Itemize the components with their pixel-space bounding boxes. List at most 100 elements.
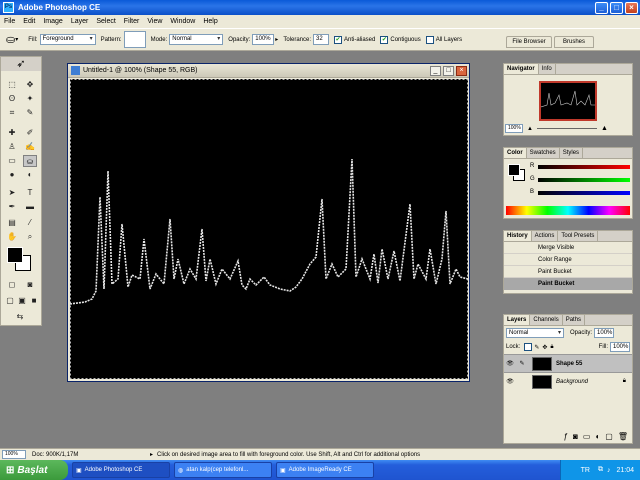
- blue-slider[interactable]: [538, 191, 630, 195]
- file-browser-tab[interactable]: File Browser: [506, 36, 552, 48]
- start-button[interactable]: ⊞ Başlat: [0, 460, 68, 480]
- document-close-button[interactable]: ×: [456, 65, 467, 76]
- tab-history[interactable]: History: [504, 231, 532, 241]
- color-foreground-swatch[interactable]: [508, 164, 520, 176]
- hand-tool-icon[interactable]: ✋: [5, 231, 19, 243]
- tab-paths[interactable]: Paths: [563, 315, 586, 325]
- adobe-online-icon[interactable]: ➶: [1, 57, 41, 71]
- document-maximize-button[interactable]: □: [443, 65, 454, 76]
- lasso-tool-icon[interactable]: ʘ: [5, 93, 19, 105]
- tab-tool-presets[interactable]: Tool Presets: [558, 231, 599, 241]
- opacity-input[interactable]: 100%: [252, 34, 275, 45]
- tab-info[interactable]: Info: [539, 64, 556, 74]
- history-brush-tool-icon[interactable]: ✍: [23, 141, 37, 153]
- tab-navigator[interactable]: Navigator: [504, 64, 539, 74]
- layer-mask-icon[interactable]: ◙: [573, 432, 578, 441]
- close-button[interactable]: ×: [625, 1, 638, 14]
- fill-select[interactable]: Foreground: [39, 34, 96, 45]
- zoom-tool-icon[interactable]: ⌕: [23, 231, 37, 243]
- all-layers-checkbox[interactable]: [425, 35, 434, 44]
- taskbar-item-browser[interactable]: ◍ atan kalp(cep telefonl...: [174, 462, 272, 478]
- brush-tool-icon[interactable]: ✐: [23, 127, 37, 139]
- eraser-tool-icon[interactable]: ▭: [5, 155, 19, 167]
- lock-brush-icon[interactable]: ✎: [534, 344, 539, 351]
- notes-tool-icon[interactable]: ▤: [5, 217, 19, 229]
- minimize-button[interactable]: _: [595, 1, 608, 14]
- eyedropper-tool-icon[interactable]: ⁄: [23, 217, 37, 229]
- history-item[interactable]: Merge Visible: [504, 242, 632, 254]
- layer-visibility-eye-icon[interactable]: 👁︎: [504, 360, 516, 367]
- history-item[interactable]: Color Range: [504, 254, 632, 266]
- new-layer-icon[interactable]: ▢: [605, 432, 613, 441]
- foreground-color-swatch[interactable]: [7, 247, 23, 263]
- tab-actions[interactable]: Actions: [532, 231, 559, 241]
- mode-select[interactable]: Normal: [169, 34, 224, 45]
- layer-visibility-eye-icon[interactable]: 👁︎: [504, 378, 516, 385]
- status-arrow-icon[interactable]: ▸: [150, 451, 153, 458]
- zoom-in-icon[interactable]: ▲: [601, 125, 608, 132]
- tab-color[interactable]: Color: [504, 148, 527, 158]
- navigator-thumbnail[interactable]: [539, 81, 597, 121]
- crop-tool-icon[interactable]: ⌗: [5, 107, 19, 119]
- zoom-slider[interactable]: [536, 128, 597, 129]
- menu-edit[interactable]: Edit: [19, 18, 39, 25]
- taskbar-item-imageready[interactable]: ▣ Adobe ImageReady CE: [276, 462, 374, 478]
- menu-window[interactable]: Window: [166, 18, 199, 25]
- screen-mode-full-icon[interactable]: ■: [27, 295, 41, 307]
- lock-all-icon[interactable]: 🔒︎: [550, 344, 553, 351]
- network-icon[interactable]: ⧉: [598, 466, 603, 474]
- maximize-button[interactable]: □: [610, 1, 623, 14]
- clock[interactable]: 21:04: [616, 467, 634, 474]
- history-item-current[interactable]: Paint Bucket: [504, 278, 632, 290]
- type-tool-icon[interactable]: T: [23, 187, 37, 199]
- navigator-zoom-input[interactable]: 100%: [505, 124, 523, 133]
- slice-tool-icon[interactable]: ✎: [23, 107, 37, 119]
- taskbar-item-photoshop[interactable]: ▣ Adobe Photoshop CE: [72, 462, 170, 478]
- menu-help[interactable]: Help: [199, 18, 221, 25]
- magic-wand-tool-icon[interactable]: ✦: [23, 93, 37, 105]
- adjustment-layer-icon[interactable]: ◐: [595, 432, 600, 441]
- layer-set-icon[interactable]: ▭: [583, 432, 591, 441]
- pen-tool-icon[interactable]: ✒: [5, 201, 19, 213]
- history-item[interactable]: Paint Bucket: [504, 266, 632, 278]
- blur-tool-icon[interactable]: ●: [5, 169, 19, 181]
- tab-styles[interactable]: Styles: [560, 148, 584, 158]
- language-indicator[interactable]: TR: [581, 467, 590, 474]
- layer-row-shape[interactable]: 👁︎ ✎ Shape 55: [504, 354, 632, 372]
- tab-layers[interactable]: Layers: [504, 315, 531, 325]
- color-spectrum-bar[interactable]: [506, 206, 630, 215]
- healing-brush-tool-icon[interactable]: ✚: [5, 127, 19, 139]
- shape-tool-icon[interactable]: ▬: [23, 201, 37, 213]
- paint-bucket-preset-icon[interactable]: ⛀ ▾: [6, 33, 18, 46]
- delete-layer-icon[interactable]: 🗑︎: [618, 432, 628, 441]
- pattern-picker[interactable]: [123, 31, 146, 48]
- lock-move-icon[interactable]: ✥: [542, 344, 547, 351]
- dodge-tool-icon[interactable]: ◐: [23, 169, 37, 181]
- menu-image[interactable]: Image: [39, 18, 66, 25]
- menu-file[interactable]: File: [0, 18, 19, 25]
- menu-filter[interactable]: Filter: [120, 18, 144, 25]
- document-minimize-button[interactable]: _: [430, 65, 441, 76]
- tolerance-input[interactable]: 32: [313, 34, 329, 45]
- layer-row-background[interactable]: 👁︎ Background 🔒︎: [504, 372, 632, 390]
- image-canvas[interactable]: [70, 79, 468, 379]
- lock-transparency-checkbox[interactable]: [524, 343, 533, 351]
- quick-mask-icon[interactable]: ◙: [23, 279, 37, 291]
- move-tool-icon[interactable]: ✥: [23, 79, 37, 91]
- tab-channels[interactable]: Channels: [530, 315, 563, 325]
- menu-view[interactable]: View: [143, 18, 166, 25]
- antialiased-checkbox[interactable]: ✔: [334, 35, 342, 44]
- zoom-out-icon[interactable]: ▲: [527, 126, 533, 132]
- brushes-tab[interactable]: Brushes: [554, 36, 594, 48]
- path-selection-tool-icon[interactable]: ➤: [5, 187, 19, 199]
- tab-swatches[interactable]: Swatches: [527, 148, 560, 158]
- layer-effects-icon[interactable]: ƒ: [564, 432, 568, 441]
- menu-layer[interactable]: Layer: [67, 18, 93, 25]
- volume-icon[interactable]: ♪: [607, 467, 611, 474]
- marquee-tool-icon[interactable]: ⬚: [5, 79, 19, 91]
- status-zoom-input[interactable]: 100%: [2, 450, 26, 459]
- red-slider[interactable]: [538, 165, 630, 169]
- clone-stamp-tool-icon[interactable]: ♙: [5, 141, 19, 153]
- menu-select[interactable]: Select: [92, 18, 119, 25]
- standard-mode-icon[interactable]: ◻: [5, 279, 19, 291]
